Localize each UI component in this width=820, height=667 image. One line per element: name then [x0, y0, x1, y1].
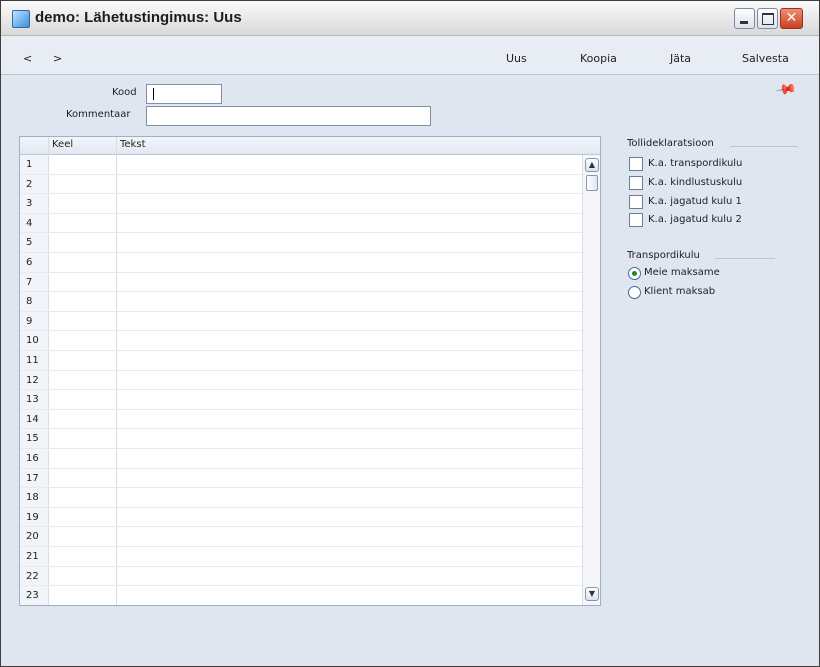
maximize-button[interactable]	[757, 8, 778, 29]
pin-icon[interactable]: 📌	[774, 78, 797, 101]
scroll-thumb[interactable]	[586, 175, 598, 191]
table-row[interactable]: 1	[20, 155, 582, 175]
grid-header: Keel Tekst	[20, 137, 600, 155]
radio-client-pays[interactable]	[628, 286, 641, 299]
row-number: 8	[26, 296, 33, 308]
row-number: 11	[26, 355, 39, 366]
next-record-button[interactable]: >	[53, 52, 62, 65]
table-row[interactable]: 8	[20, 292, 582, 312]
scroll-down-icon[interactable]: ▼	[585, 587, 599, 601]
toolbar: < > Uus Koopia Jäta Salvesta	[1, 36, 819, 75]
text-caret	[153, 88, 154, 100]
table-row[interactable]: 20	[20, 527, 582, 547]
row-number: 18	[26, 492, 39, 504]
copy-button[interactable]: Koopia	[580, 52, 617, 65]
row-number: 22	[26, 570, 39, 582]
row-number: 4	[26, 217, 33, 229]
new-button[interactable]: Uus	[506, 52, 527, 65]
table-row[interactable]: 13	[20, 390, 582, 410]
row-number: 16	[26, 453, 39, 464]
column-header-tekst[interactable]: Tekst	[120, 139, 145, 150]
table-row[interactable]: 17	[20, 469, 582, 489]
window-title: demo: Lähetustingimus: Uus	[35, 9, 242, 26]
row-number: 6	[26, 257, 33, 268]
table-row[interactable]: 16	[20, 449, 582, 469]
comment-input[interactable]	[146, 106, 431, 126]
checkbox-label: K.a. kindlustuskulu	[648, 177, 743, 188]
row-number: 2	[26, 178, 33, 190]
table-row[interactable]: 22	[20, 567, 582, 587]
row-number: 21	[26, 551, 39, 562]
checkbox-shared-cost-1[interactable]	[629, 195, 643, 209]
row-number: 3	[26, 198, 33, 210]
comment-label: Kommentaar	[66, 109, 131, 120]
scroll-up-icon[interactable]: ▲	[585, 158, 599, 172]
minimize-button[interactable]	[734, 8, 755, 29]
checkbox-shared-cost-2[interactable]	[629, 213, 643, 227]
table-row[interactable]: 2	[20, 175, 582, 195]
radio-we-pay[interactable]	[628, 267, 641, 280]
table-row[interactable]: 21	[20, 547, 582, 567]
save-button[interactable]: Salvesta	[742, 52, 789, 65]
minimize-icon	[740, 21, 748, 24]
row-number: 17	[26, 472, 39, 484]
row-number: 7	[26, 276, 33, 288]
window: demo: Lähetustingimus: Uus ✕ < > Uus Koo…	[0, 0, 820, 667]
row-number: 13	[26, 394, 39, 406]
table-row[interactable]: 7	[20, 273, 582, 293]
group-divider	[730, 146, 798, 147]
close-icon: ✕	[785, 10, 798, 26]
row-number: 23	[26, 590, 39, 602]
checkbox-insurance-cost[interactable]	[629, 176, 643, 190]
code-input[interactable]	[146, 84, 222, 104]
row-number: 1	[26, 159, 33, 170]
radio-label: Meie maksame	[644, 267, 720, 278]
row-number: 14	[26, 413, 39, 425]
row-number: 15	[26, 433, 39, 445]
cancel-button[interactable]: Jäta	[670, 52, 691, 65]
checkbox-label: K.a. jagatud kulu 2	[648, 214, 742, 225]
row-number: 5	[26, 237, 33, 249]
close-button[interactable]: ✕	[780, 8, 803, 29]
table-row[interactable]: 10	[20, 331, 582, 351]
row-number: 10	[26, 335, 39, 347]
app-icon	[12, 10, 30, 28]
table-row[interactable]: 12	[20, 371, 582, 391]
group-divider	[715, 258, 775, 259]
table-row[interactable]: 15	[20, 429, 582, 449]
checkbox-transport-cost[interactable]	[629, 157, 643, 171]
row-number: 12	[26, 374, 39, 386]
prev-record-button[interactable]: <	[23, 52, 32, 65]
column-header-keel[interactable]: Keel	[52, 139, 73, 150]
table-row[interactable]: 19	[20, 508, 582, 528]
table-row[interactable]: 5	[20, 233, 582, 253]
table-row[interactable]: 6	[20, 253, 582, 273]
table-row[interactable]: 11	[20, 351, 582, 371]
maximize-icon	[762, 13, 774, 25]
table-row[interactable]: 18	[20, 488, 582, 508]
title-bar: demo: Lähetustingimus: Uus ✕	[1, 1, 819, 36]
table-row[interactable]: 14	[20, 410, 582, 430]
table-row[interactable]: 4	[20, 214, 582, 234]
radio-selected-dot	[632, 271, 637, 276]
radio-label: Klient maksab	[644, 286, 716, 297]
text-grid: Keel Tekst 1 2 3 4 5 6 7 8 9 10 11 12 13 14 15 16 17 18 19…	[19, 136, 601, 606]
checkbox-label: K.a. transpordikulu	[648, 158, 743, 169]
table-row[interactable]: 23	[20, 586, 582, 605]
row-number: 19	[26, 511, 39, 523]
table-row[interactable]: 9	[20, 312, 582, 332]
checkbox-label: K.a. jagatud kulu 1	[648, 196, 742, 207]
table-row[interactable]: 3	[20, 194, 582, 214]
customs-group-title: Tollideklaratsioon	[627, 138, 714, 149]
transport-group-title: Transpordikulu	[627, 250, 700, 261]
row-number: 20	[26, 531, 39, 543]
row-number: 9	[26, 315, 33, 327]
code-label: Kood	[112, 87, 137, 98]
vertical-scrollbar[interactable]: ▲ ▼	[582, 155, 600, 605]
